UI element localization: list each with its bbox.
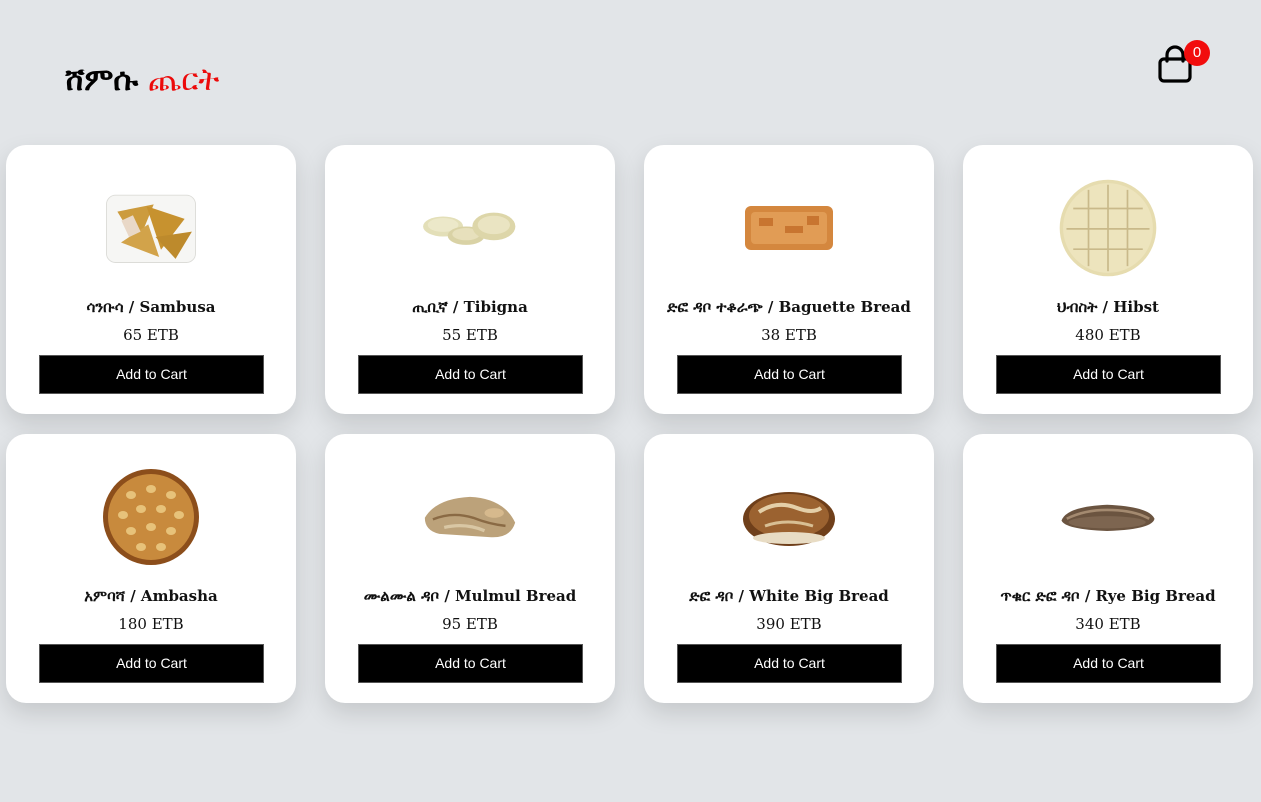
product-image-tibigna [420, 165, 520, 290]
product-name: ሙልሙል ዳቦ / Mulmul Bread [363, 587, 577, 605]
product-price: 390 ETB [756, 615, 822, 633]
add-to-cart-button[interactable]: Add to Cart [358, 355, 583, 394]
product-name: ጥቁር ድፎ ዳቦ / Rye Big Bread [1000, 587, 1216, 605]
product-image-white-big-bread [739, 454, 839, 579]
product-card: ህብስት / Hibst 480 ETB Add to Cart [963, 145, 1253, 414]
product-grid: ሳንቡሳ / Sambusa 65 ETB Add to Cart ጢቢኛ / … [6, 145, 1253, 703]
product-price: 480 ETB [1075, 326, 1141, 344]
product-card: ጥቁር ድፎ ዳቦ / Rye Big Bread 340 ETB Add to… [963, 434, 1253, 703]
product-price: 95 ETB [442, 615, 498, 633]
product-name: ድፎ ዳቦ ተቆራጭ / Baguette Bread [667, 298, 911, 316]
add-to-cart-button[interactable]: Add to Cart [996, 355, 1221, 394]
header: ሸምሱ ጨርት 0 [0, 0, 1261, 140]
product-price: 340 ETB [1075, 615, 1141, 633]
product-card: ሙልሙል ዳቦ / Mulmul Bread 95 ETB Add to Car… [325, 434, 615, 703]
product-image-baguette-bread [739, 165, 839, 290]
add-to-cart-button[interactable]: Add to Cart [677, 355, 902, 394]
add-to-cart-button[interactable]: Add to Cart [39, 644, 264, 683]
product-name: ህብስት / Hibst [1057, 298, 1159, 316]
product-name: ጢቢኛ / Tibigna [412, 298, 528, 316]
product-price: 55 ETB [442, 326, 498, 344]
cart-count-badge: 0 [1184, 40, 1210, 66]
product-card: ድፎ ዳቦ / White Big Bread 390 ETB Add to C… [644, 434, 934, 703]
add-to-cart-button[interactable]: Add to Cart [677, 644, 902, 683]
product-card: ድፎ ዳቦ ተቆራጭ / Baguette Bread 38 ETB Add t… [644, 145, 934, 414]
product-card: ጢቢኛ / Tibigna 55 ETB Add to Cart [325, 145, 615, 414]
logo-text-first: ሸምሱ [65, 62, 139, 98]
product-price: 65 ETB [123, 326, 179, 344]
product-image-hibst [1058, 165, 1158, 290]
product-name: ድፎ ዳቦ / White Big Bread [689, 587, 889, 605]
site-logo[interactable]: ሸምሱ ጨርት [65, 58, 219, 102]
product-price: 180 ETB [118, 615, 184, 633]
product-price: 38 ETB [761, 326, 817, 344]
product-name: ሳንቡሳ / Sambusa [86, 298, 216, 316]
product-image-mulmul-bread [420, 454, 520, 579]
logo-text-second: ጨርት [148, 62, 220, 98]
product-image-sambusa [101, 165, 201, 290]
product-card: ሳንቡሳ / Sambusa 65 ETB Add to Cart [6, 145, 296, 414]
product-image-rye-big-bread [1058, 454, 1158, 579]
add-to-cart-button[interactable]: Add to Cart [358, 644, 583, 683]
add-to-cart-button[interactable]: Add to Cart [39, 355, 264, 394]
product-image-ambasha [101, 454, 201, 579]
product-name: አምባሻ / Ambasha [84, 587, 218, 605]
add-to-cart-button[interactable]: Add to Cart [996, 644, 1221, 683]
product-card: አምባሻ / Ambasha 180 ETB Add to Cart [6, 434, 296, 703]
